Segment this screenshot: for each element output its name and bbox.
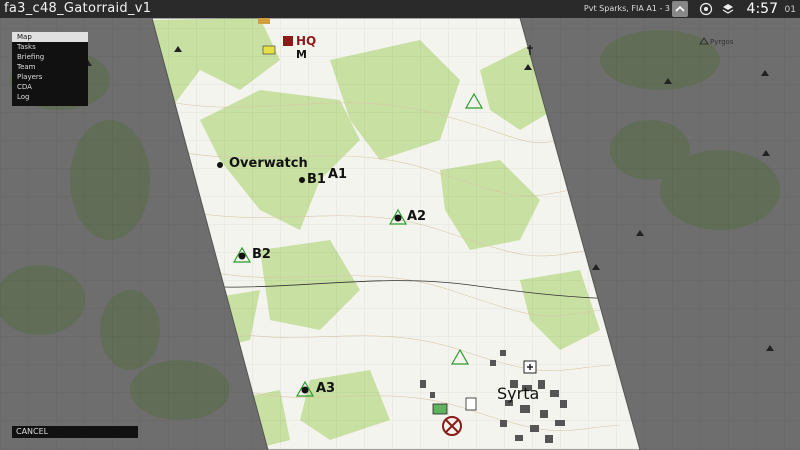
map-menu: Map Tasks Briefing Team Players CDA Log (12, 32, 88, 106)
marker-overwatch[interactable] (217, 162, 223, 168)
fuel-station-icon[interactable] (465, 397, 477, 411)
hospital-icon[interactable] (523, 360, 537, 374)
b2-label: B2 (252, 247, 271, 262)
menu-item-cda[interactable]: CDA (12, 82, 88, 92)
menu-item-log[interactable]: Log (12, 92, 88, 102)
a2-label: A2 (407, 209, 427, 224)
hq-label: HQ (296, 34, 317, 48)
a1-label: A1 (328, 167, 348, 182)
mission-title: fa3_c48_Gatorraid_v1 (4, 1, 152, 16)
town-label: Syrta (497, 384, 540, 403)
menu-item-briefing[interactable]: Briefing (12, 52, 88, 62)
compass-icon[interactable] (698, 1, 714, 17)
menu-item-players[interactable]: Players (12, 72, 88, 82)
marker-b1[interactable] (299, 177, 305, 183)
chevron-up-icon[interactable] (672, 1, 688, 17)
unit-info: Pvt Sparks, FIA A1 - 3 (583, 4, 670, 13)
menu-item-map[interactable]: Map (12, 32, 88, 42)
vehicle-icon[interactable] (432, 403, 448, 415)
layers-icon[interactable] (720, 1, 736, 17)
clock-time: 4:57 (746, 1, 778, 17)
a3-label: A3 (316, 381, 336, 396)
map-canvas[interactable] (0, 0, 800, 450)
overwatch-label: Overwatch (229, 156, 308, 171)
menu-item-team[interactable]: Team (12, 62, 88, 72)
top-bar: fa3_c48_Gatorraid_v1 Pvt Sparks, FIA A1 … (0, 0, 800, 18)
clock-seconds: 01 (784, 5, 796, 15)
cancel-button[interactable]: CANCEL (12, 426, 138, 438)
b1-label: B1 (307, 172, 326, 187)
menu-item-tasks[interactable]: Tasks (12, 42, 88, 52)
m-label: M (296, 48, 307, 61)
village-label: Pyrgos (710, 38, 734, 46)
